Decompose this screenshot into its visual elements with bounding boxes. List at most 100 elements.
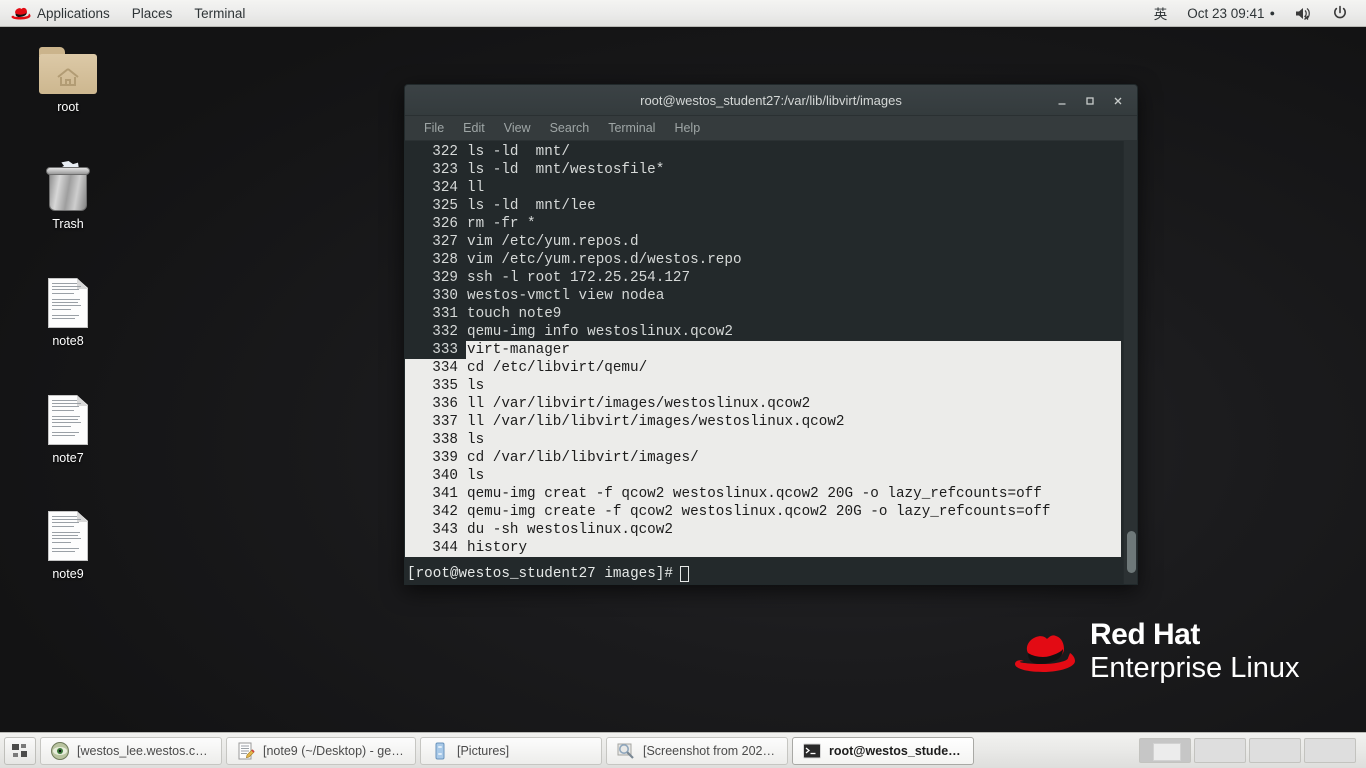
terminal-history-row: 331 touch note9	[405, 305, 1121, 323]
terminal-history-row: 333 virt-manager	[405, 341, 1121, 359]
history-line-number: 329	[432, 270, 458, 286]
top-panel: Applications Places Terminal 英 Oct 23 09…	[0, 0, 1366, 27]
history-line-number: 330	[432, 288, 458, 304]
history-line-number: 326	[432, 216, 458, 232]
workspace-1[interactable]	[1139, 738, 1191, 763]
terminal-history-row: 327 vim /etc/yum.repos.d	[405, 233, 1121, 251]
redhat-hat-icon	[11, 6, 31, 20]
terminal-prompt-line: [root@westos_student27 images]#	[405, 563, 1137, 584]
terminal-titlebar[interactable]: root@westos_student27:/var/lib/libvirt/i…	[405, 85, 1137, 116]
history-command: ls -ld mnt/westosfile*	[467, 162, 665, 178]
history-line-number: 335	[405, 377, 466, 395]
menu-file[interactable]: File	[415, 119, 453, 137]
history-command: ls	[466, 467, 1121, 485]
desktop-icon-note7[interactable]: note7	[20, 387, 116, 465]
history-line-number: 339	[405, 449, 466, 467]
terminal-history-row: 325 ls -ld mnt/lee	[405, 197, 1121, 215]
brand-line-1: Red Hat	[1090, 618, 1200, 651]
maximize-button[interactable]	[1077, 89, 1103, 113]
input-method-indicator[interactable]: 英	[1144, 1, 1178, 25]
workspace-switcher	[1139, 738, 1362, 763]
prompt-text: [root@westos_student27 images]#	[407, 566, 673, 582]
taskbar-item-gedit-label: [note9 (~/Desktop) - gedit]	[263, 743, 406, 758]
window-controls	[1049, 85, 1131, 116]
terminal-scrollbar[interactable]	[1123, 141, 1137, 584]
terminal-history-row: 334 cd /etc/libvirt/qemu/	[405, 359, 1121, 377]
terminal-history-row: 341 qemu-img creat -f qcow2 westoslinux.q…	[405, 485, 1121, 503]
clock[interactable]: Oct 23 09:41 ●	[1177, 1, 1285, 25]
terminal-history-row: 332 qemu-img info westoslinux.qcow2	[405, 323, 1121, 341]
terminal-history-list: 322 ls -ld mnt/323 ls -ld mnt/westosfile* 3…	[405, 143, 1121, 557]
terminal-menu-label: Terminal	[194, 5, 246, 21]
history-command: vim /etc/yum.repos.d	[467, 234, 639, 250]
redhat-hat-logo-icon	[1014, 630, 1076, 674]
terminal-output-area[interactable]: 322 ls -ld mnt/323 ls -ld mnt/westosfile* 3…	[405, 141, 1137, 584]
vnc-viewer-icon	[50, 741, 70, 761]
taskbar-item-screenshot[interactable]: [Screenshot from 2021-10…	[606, 736, 788, 765]
workspace-2[interactable]	[1194, 738, 1246, 763]
minimize-button[interactable]	[1049, 89, 1075, 113]
gedit-icon	[236, 741, 256, 761]
applications-menu[interactable]: Applications	[1, 1, 120, 25]
show-desktop-button[interactable]	[4, 736, 36, 765]
history-line-number: 323	[432, 162, 458, 178]
terminal-history-row: 337 ll /var/lib/libvirt/images/westoslinu…	[405, 413, 1121, 431]
terminal-history-row: 322 ls -ld mnt/	[405, 143, 1121, 161]
close-button[interactable]	[1105, 89, 1131, 113]
history-command: ll /var/lib/libvirt/images/westoslinux.q…	[466, 413, 1121, 431]
taskbar-item-pictures[interactable]: [Pictures]	[420, 736, 602, 765]
desktop-icon-root[interactable]: root	[20, 36, 116, 114]
menu-help[interactable]: Help	[665, 119, 709, 137]
taskbar-item-gedit[interactable]: [note9 (~/Desktop) - gedit]	[226, 736, 416, 765]
power-icon[interactable]	[1322, 1, 1358, 25]
desktop-icon-note8[interactable]: note8	[20, 270, 116, 348]
history-command: virt-manager	[466, 341, 1121, 359]
files-icon	[430, 741, 450, 761]
menu-edit[interactable]: Edit	[454, 119, 494, 137]
terminal-icon	[802, 741, 822, 761]
taskbar-item-vnc[interactable]: [westos_lee.westos.com:8 …	[40, 736, 222, 765]
history-command: rm -fr *	[467, 216, 536, 232]
terminal-menubar: File Edit View Search Terminal Help	[405, 116, 1137, 141]
history-line-number: 332	[432, 324, 458, 340]
history-command: history	[466, 539, 1121, 557]
desktop-icon-trash-label: Trash	[52, 217, 84, 231]
brand-line-2: Enterprise Linux	[1090, 652, 1300, 684]
places-menu[interactable]: Places	[122, 1, 183, 25]
history-line-number: 342	[405, 503, 466, 521]
taskbar-item-vnc-label: [westos_lee.westos.com:8 …	[77, 743, 212, 758]
desktop-icon-trash[interactable]: Trash	[20, 153, 116, 231]
history-line-number: 337	[405, 413, 466, 431]
terminal-menu[interactable]: Terminal	[184, 1, 255, 25]
terminal-window[interactable]: root@westos_student27:/var/lib/libvirt/i…	[404, 84, 1138, 585]
history-command: qemu-img creat -f qcow2 westoslinux.qcow…	[466, 485, 1121, 503]
menu-view[interactable]: View	[495, 119, 540, 137]
history-command: ll /var/libvirt/images/westoslinux.qcow2	[466, 395, 1121, 413]
history-command: vim /etc/yum.repos.d/westos.repo	[467, 252, 742, 268]
workspace-4[interactable]	[1304, 738, 1356, 763]
terminal-history-row: 324 ll	[405, 179, 1121, 197]
terminal-history-row: 329 ssh -l root 172.25.254.127	[405, 269, 1121, 287]
taskbar-item-terminal[interactable]: root@westos_student27:/…	[792, 736, 974, 765]
image-viewer-icon	[616, 741, 636, 761]
history-command: touch note9	[467, 306, 562, 322]
history-command: ls	[466, 377, 1121, 395]
terminal-history-row: 344 history	[405, 539, 1121, 557]
show-desktop-icon	[12, 743, 27, 757]
history-command: cd /var/lib/libvirt/images/	[466, 449, 1121, 467]
history-line-number: 333	[432, 342, 458, 358]
taskbar-item-terminal-label: root@westos_student27:/…	[829, 743, 964, 758]
desktop-icon-note9[interactable]: note9	[20, 503, 116, 581]
taskbar-item-pictures-label: [Pictures]	[457, 743, 510, 758]
history-command: ll	[467, 180, 485, 196]
desktop-icon-note8-label: note8	[52, 334, 84, 348]
desktop-icon-note7-label: note7	[52, 451, 84, 465]
history-line-number: 334	[405, 359, 466, 377]
volume-muted-icon[interactable]	[1285, 1, 1322, 25]
terminal-history-row: 343 du -sh westoslinux.qcow2	[405, 521, 1121, 539]
menu-search[interactable]: Search	[541, 119, 599, 137]
workspace-3[interactable]	[1249, 738, 1301, 763]
menu-terminal[interactable]: Terminal	[599, 119, 664, 137]
taskbar-window-list: [westos_lee.westos.com:8 … [note9 (~/Des…	[40, 736, 974, 765]
terminal-scrollbar-thumb[interactable]	[1127, 531, 1136, 573]
